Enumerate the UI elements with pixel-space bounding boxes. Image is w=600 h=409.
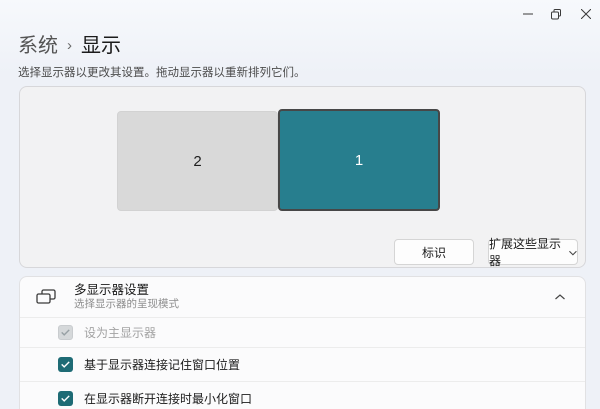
display-arrangement-panel: 2 1 标识 扩展这些显示器 xyxy=(19,86,586,268)
multi-display-icon xyxy=(34,289,58,305)
chevron-down-icon xyxy=(569,250,577,255)
option-remember-window-locations[interactable]: 基于显示器连接记住窗口位置 xyxy=(20,347,585,381)
multi-display-header[interactable]: 多显示器设置 选择显示器的呈现模式 xyxy=(20,277,585,317)
page-subtitle: 选择显示器以更改其设置。拖动显示器以重新排列它们。 xyxy=(18,67,306,79)
page-title: 显示 xyxy=(81,34,121,57)
titlebar xyxy=(0,0,600,28)
option-label: 设为主显示器 xyxy=(84,326,157,340)
identify-button-label: 标识 xyxy=(421,245,446,260)
identify-button[interactable]: 标识 xyxy=(394,239,474,265)
option-label: 在显示器断开连接时最小化窗口 xyxy=(84,392,253,406)
restore-button[interactable] xyxy=(542,0,571,28)
breadcrumb: 系统 › 显示 xyxy=(18,33,121,58)
window-controls xyxy=(513,0,600,28)
extend-displays-dropdown[interactable]: 扩展这些显示器 xyxy=(488,237,578,268)
chevron-up-icon[interactable] xyxy=(555,294,565,300)
monitor-2-label: 2 xyxy=(193,152,202,170)
extend-displays-label: 扩展这些显示器 xyxy=(489,237,562,268)
checkbox-checked-icon[interactable] xyxy=(58,357,73,372)
multi-display-title: 多显示器设置 xyxy=(74,283,150,297)
option-set-primary-display: 设为主显示器 xyxy=(20,317,585,347)
breadcrumb-separator-icon: › xyxy=(67,37,72,54)
multi-display-subtitle: 选择显示器的呈现模式 xyxy=(74,298,179,310)
multi-display-settings-card: 多显示器设置 选择显示器的呈现模式 设为主显示器 基于显示器连接记住窗口位置 在… xyxy=(19,276,586,409)
option-label: 基于显示器连接记住窗口位置 xyxy=(84,358,241,372)
checkbox-checked-icon[interactable] xyxy=(58,391,73,406)
settings-window: 系统 › 显示 选择显示器以更改其设置。拖动显示器以重新排列它们。 2 1 标识… xyxy=(0,0,600,409)
option-minimize-windows-on-disconnect[interactable]: 在显示器断开连接时最小化窗口 xyxy=(20,381,585,409)
close-button[interactable] xyxy=(571,0,600,28)
monitor-2[interactable]: 2 xyxy=(117,111,278,211)
breadcrumb-system[interactable]: 系统 xyxy=(18,34,58,58)
monitor-1-label: 1 xyxy=(354,151,364,169)
checkbox-disabled-checked-icon xyxy=(58,325,73,340)
minimize-button[interactable] xyxy=(513,0,542,28)
monitor-1-selected[interactable]: 1 xyxy=(278,109,440,211)
